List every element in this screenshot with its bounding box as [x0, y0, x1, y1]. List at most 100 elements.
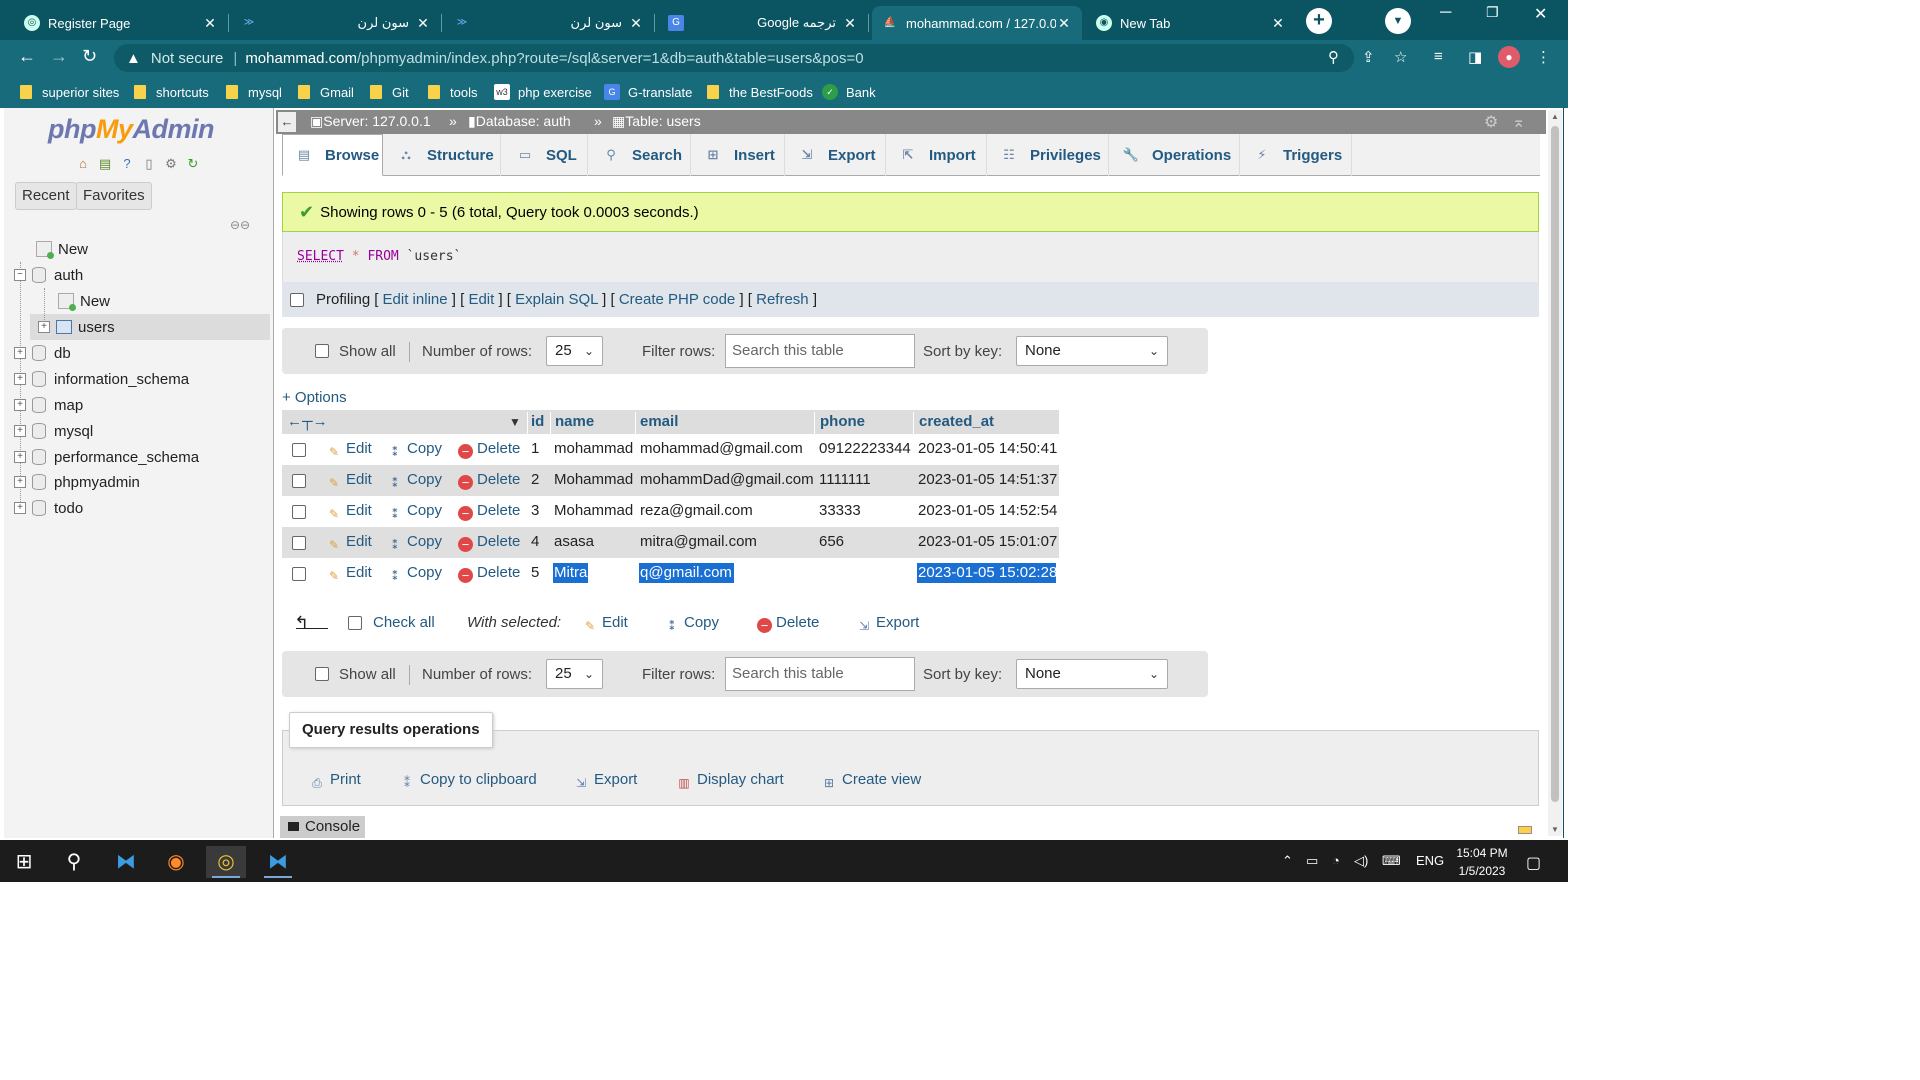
zoom-icon[interactable]: ⚲	[1328, 48, 1339, 66]
forward-arrow-icon[interactable]: →	[50, 46, 68, 67]
row-delete-button[interactable]: − Delete	[458, 563, 520, 583]
row-edit-button[interactable]: ✎ Edit	[326, 470, 372, 490]
share-icon[interactable]: ⇪	[1362, 48, 1375, 66]
bookmark-tools[interactable]: tools	[428, 82, 477, 102]
tab-sql[interactable]: ▭ SQL	[504, 134, 588, 176]
link-with-main-icon[interactable]: ⊖⊖	[230, 218, 250, 232]
bulk-delete-button[interactable]: − Delete	[757, 613, 819, 633]
tree-db-map[interactable]: + map	[14, 393, 83, 417]
bookmark-php-exercise[interactable]: w3 php exercise	[494, 82, 592, 102]
bookmark-g-translate[interactable]: G G-translate	[604, 82, 692, 102]
bulk-copy-button[interactable]: ⁑ Copy	[664, 613, 719, 633]
expand-icon[interactable]: +	[38, 321, 50, 333]
tree-db-information-schema[interactable]: + information_schema	[14, 367, 189, 391]
volume-icon[interactable]: ◁)	[1354, 853, 1368, 869]
bookmark-git[interactable]: Git	[370, 82, 409, 102]
reload-nav-icon[interactable]: ↻	[184, 155, 202, 173]
row-copy-button[interactable]: ⁑ Copy	[387, 501, 442, 521]
chrome-taskbar-icon[interactable]: ◎	[206, 846, 246, 878]
new-tab-button[interactable]: +	[1306, 8, 1332, 34]
help-icon[interactable]: ?	[118, 155, 136, 173]
page-scrollbar[interactable]: ▲ ▼	[1548, 110, 1562, 836]
close-tab-icon[interactable]: ✕	[1270, 15, 1286, 32]
column-header-id[interactable]: id	[531, 411, 544, 433]
rows-per-page-select[interactable]: 25 ⌄	[546, 659, 603, 689]
profiling-checkbox[interactable]	[290, 292, 304, 307]
tray-chevron-up-icon[interactable]: ⌃	[1282, 853, 1293, 869]
row-delete-button[interactable]: − Delete	[458, 532, 520, 552]
check-all-label[interactable]: Check all	[373, 613, 435, 633]
chrome-menu-icon[interactable]: ⋮	[1536, 48, 1551, 66]
row-checkbox[interactable]	[292, 443, 306, 457]
tab-insert[interactable]: ⊞ Insert	[692, 134, 785, 176]
tree-db-todo[interactable]: + todo	[14, 496, 83, 520]
sort-dropdown-icon[interactable]: ▼	[509, 411, 521, 433]
tab-phpmyadmin[interactable]: ⛵ mohammad.com / 127.0.0.1 ✕	[872, 6, 1082, 40]
row-checkbox[interactable]	[292, 567, 306, 581]
tab-privileges[interactable]: ☷ Privileges	[988, 134, 1109, 176]
show-all-control[interactable]: Show all	[315, 328, 396, 374]
console-toggle[interactable]: Console	[280, 816, 365, 838]
edit-inline-link[interactable]: Edit inline	[383, 291, 448, 308]
reload-icon[interactable]: ↻	[82, 46, 97, 67]
close-tab-icon[interactable]: ✕	[842, 15, 858, 32]
row-delete-button[interactable]: − Delete	[458, 501, 520, 521]
print-button[interactable]: ⎙ Print	[308, 770, 361, 790]
bookmark-superior-sites[interactable]: superior sites	[20, 82, 119, 102]
settings-gear-icon[interactable]: ⚙	[1484, 112, 1498, 132]
row-checkbox[interactable]	[292, 474, 306, 488]
breadcrumb-database[interactable]: ▮Database: auth	[468, 113, 571, 130]
close-tab-icon[interactable]: ✕	[1056, 15, 1072, 32]
console-resize-icon[interactable]	[1518, 826, 1532, 834]
keyboard-icon[interactable]: ⌨	[1382, 853, 1401, 869]
breadcrumb-server[interactable]: ▣Server: 127.0.0.1	[310, 113, 431, 130]
battery-icon[interactable]: ▭	[1306, 853, 1318, 869]
settings-gear-icon[interactable]: ⚙	[162, 155, 180, 173]
row-edit-button[interactable]: ✎ Edit	[326, 563, 372, 583]
restore-icon[interactable]: ❐	[1486, 4, 1499, 21]
tab-sevenlearn-1[interactable]: ≫ سون لرن ✕	[231, 6, 442, 40]
tree-new-table[interactable]: New	[58, 289, 110, 313]
bookmark-star-icon[interactable]: ☆	[1394, 48, 1407, 66]
expand-icon[interactable]: +	[14, 451, 26, 463]
vscode-icon[interactable]: ⧓	[258, 846, 298, 878]
row-edit-button[interactable]: ✎ Edit	[326, 501, 372, 521]
row-delete-button[interactable]: − Delete	[458, 470, 520, 490]
tab-search[interactable]: ⚲ Search	[590, 134, 691, 176]
breadcrumb-table[interactable]: ▦Table: users	[612, 113, 701, 130]
sort-by-key-select[interactable]: None ⌄	[1016, 659, 1168, 689]
collapse-icon[interactable]: −	[14, 269, 26, 281]
expand-icon[interactable]: +	[14, 347, 26, 359]
rows-per-page-select[interactable]: 25 ⌄	[546, 336, 603, 366]
close-window-icon[interactable]: ✕	[1534, 4, 1547, 24]
notification-icon[interactable]: ▢	[1526, 853, 1541, 873]
show-all-control[interactable]: Show all	[315, 651, 396, 697]
column-header-email[interactable]: email	[640, 411, 678, 433]
tree-db-db[interactable]: + db	[14, 341, 71, 365]
copy-to-clipboard-button[interactable]: ⁑ Copy to clipboard	[398, 770, 537, 790]
row-edit-button[interactable]: ✎ Edit	[326, 439, 372, 459]
row-copy-button[interactable]: ⁑ Copy	[387, 470, 442, 490]
row-copy-button[interactable]: ⁑ Copy	[387, 563, 442, 583]
show-all-checkbox[interactable]	[315, 667, 329, 681]
tab-recent[interactable]: Recent	[15, 182, 77, 210]
show-all-checkbox[interactable]	[315, 344, 329, 358]
filter-rows-input[interactable]: Search this table	[725, 334, 915, 368]
row-checkbox[interactable]	[292, 536, 306, 550]
expand-icon[interactable]: +	[14, 373, 26, 385]
tree-table-users[interactable]: + users	[38, 315, 115, 339]
collapse-sidebar-icon[interactable]: ←	[278, 112, 296, 132]
bookmark-bestfoods[interactable]: the BestFoods	[707, 82, 813, 102]
tab-import[interactable]: ⇱ Import	[887, 134, 987, 176]
wifi-icon[interactable]: ◔	[1332, 853, 1340, 868]
column-header-phone[interactable]: phone	[820, 411, 865, 433]
row-copy-button[interactable]: ⁑ Copy	[387, 532, 442, 552]
bookmark-bank[interactable]: ✓ Bank	[822, 82, 876, 102]
tree-db-performance-schema[interactable]: + performance_schema	[14, 445, 199, 469]
vscode-icon[interactable]: ⧓	[106, 846, 146, 878]
edit-link[interactable]: Edit	[468, 291, 494, 308]
tab-google-translate[interactable]: G Google ترجمه ✕	[658, 6, 869, 40]
tab-export[interactable]: ⇲ Export	[786, 134, 886, 176]
phpmyadmin-logo[interactable]: phpMyAdmin	[48, 114, 214, 145]
tab-operations[interactable]: 🔧 Operations	[1110, 134, 1240, 176]
